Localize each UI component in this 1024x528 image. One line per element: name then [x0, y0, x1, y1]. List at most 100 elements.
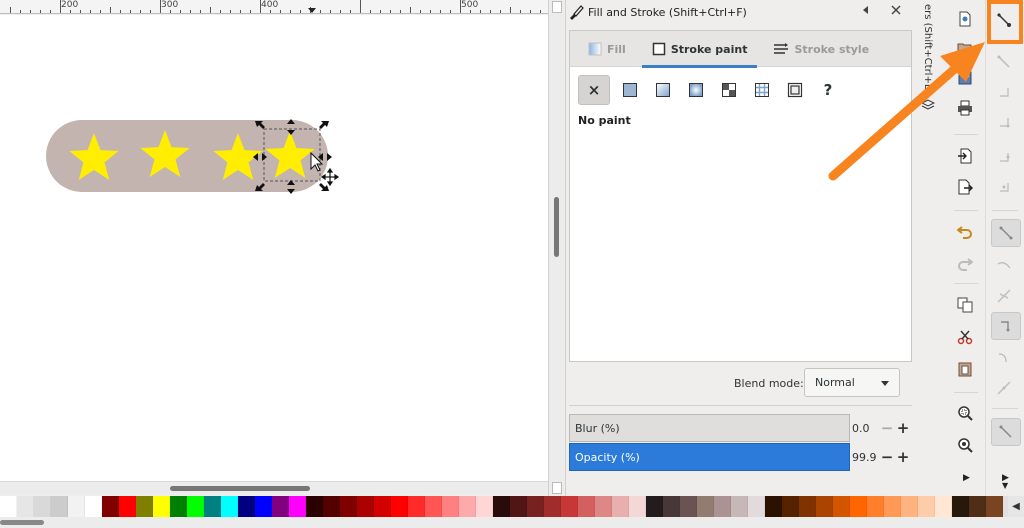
palette-swatch[interactable] [680, 496, 697, 517]
palette-swatch[interactable] [663, 496, 680, 517]
drawing-canvas[interactable] [0, 15, 548, 481]
snap-bbox-midpoint-icon[interactable] [992, 145, 1016, 169]
canvas-horizontal-scrollbar[interactable] [0, 481, 548, 495]
palette-swatch[interactable] [170, 496, 187, 517]
snap-line-midpoints-icon[interactable] [992, 376, 1016, 400]
unset-paint-button[interactable]: ? [815, 76, 841, 104]
palette-swatch[interactable] [255, 496, 272, 517]
palette-swatch[interactable] [629, 496, 646, 517]
palette-swatch[interactable] [357, 496, 374, 517]
snap-others-icon[interactable] [991, 418, 1021, 446]
palette-swatch[interactable] [0, 496, 17, 517]
palette-swatch[interactable] [425, 496, 442, 517]
palette-swatch[interactable] [867, 496, 884, 517]
tab-stroke-paint[interactable]: Stroke paint [641, 31, 758, 68]
copy-icon[interactable] [953, 293, 977, 317]
tab-stroke-style[interactable]: Stroke style [763, 31, 879, 67]
save-icon[interactable] [953, 66, 977, 90]
palette-swatch[interactable] [272, 496, 289, 517]
palette-swatch[interactable] [969, 496, 986, 517]
palette-swatch[interactable] [136, 496, 153, 517]
blur-slider[interactable]: Blur (%) [569, 414, 850, 442]
snap-bbox-icon[interactable] [992, 50, 1016, 74]
redo-icon[interactable] [953, 251, 977, 275]
palette-swatch[interactable] [935, 496, 952, 517]
palette-swatch[interactable] [646, 496, 663, 517]
flat-color-button[interactable] [617, 76, 643, 104]
open-document-icon[interactable] [953, 36, 977, 60]
vertical-scroll-thumb[interactable] [554, 197, 559, 257]
palette-swatch[interactable] [816, 496, 833, 517]
palette-swatch[interactable] [51, 496, 68, 517]
snap-bbox-edge-icon[interactable] [992, 80, 1016, 104]
print-icon[interactable] [953, 96, 977, 120]
palette-swatch[interactable] [476, 496, 493, 517]
palette-swatch[interactable] [442, 496, 459, 517]
radial-gradient-button[interactable] [683, 76, 709, 104]
tab-fill[interactable]: Fill [578, 31, 636, 67]
palette-swatch[interactable] [765, 496, 782, 517]
palette-swatch[interactable] [561, 496, 578, 517]
palette-swatch[interactable] [850, 496, 867, 517]
pattern-button[interactable] [716, 76, 742, 104]
palette-swatch[interactable] [374, 496, 391, 517]
swatch-button[interactable] [749, 76, 775, 104]
palette-scrollbar[interactable] [0, 517, 1024, 528]
snap-cusp-nodes-icon[interactable] [991, 312, 1021, 340]
blur-decrement-button[interactable]: − [880, 414, 894, 442]
opacity-value[interactable]: 99.9 [852, 443, 878, 471]
palette-swatch[interactable] [493, 496, 510, 517]
mesh-button[interactable] [782, 76, 808, 104]
palette-swatch[interactable] [391, 496, 408, 517]
blur-increment-button[interactable]: + [896, 414, 910, 442]
palette-swatch[interactable] [221, 496, 238, 517]
palette-swatch[interactable] [782, 496, 799, 517]
palette-swatch[interactable] [578, 496, 595, 517]
export-icon[interactable] [953, 175, 977, 199]
palette-swatch[interactable] [986, 496, 1003, 517]
palette-swatch[interactable] [884, 496, 901, 517]
palette-swatch[interactable] [799, 496, 816, 517]
import-icon[interactable] [953, 144, 977, 168]
layers-dialog-tab[interactable]: ers (Shift+Ctrl+L) [920, 4, 936, 104]
palette-swatch[interactable] [510, 496, 527, 517]
palette-swatch[interactable] [833, 496, 850, 517]
zoom-drawing-icon[interactable] [953, 433, 977, 457]
canvas-vertical-scrollbar[interactable] [548, 0, 564, 496]
palette-swatch[interactable] [17, 496, 34, 517]
palette-swatch[interactable] [748, 496, 765, 517]
snap-smooth-nodes-icon[interactable] [992, 346, 1016, 370]
palette-swatch[interactable] [85, 496, 102, 517]
blend-mode-select[interactable]: Normal [804, 368, 900, 397]
palette-swatch[interactable] [952, 496, 969, 517]
snap-bbox-corner-icon[interactable] [992, 110, 1016, 134]
new-document-icon[interactable] [953, 7, 977, 31]
palette-swatch[interactable] [187, 496, 204, 517]
undo-icon[interactable] [953, 219, 977, 243]
scroll-lock-button[interactable] [552, 1, 562, 13]
palette-swatch[interactable] [306, 496, 323, 517]
palette-swatch[interactable] [153, 496, 170, 517]
palette-swatch[interactable] [714, 496, 731, 517]
toolbar-overflow-icon[interactable]: ▶ [963, 473, 970, 483]
palette-swatch[interactable] [612, 496, 629, 517]
palette-swatch[interactable] [119, 496, 136, 517]
palette-swatch[interactable] [901, 496, 918, 517]
palette-swatch[interactable] [289, 496, 306, 517]
palette-swatch[interactable] [731, 496, 748, 517]
palette-swatch[interactable] [544, 496, 561, 517]
scroll-corner-button[interactable] [552, 482, 562, 494]
palette-swatch[interactable] [408, 496, 425, 517]
palette-swatch[interactable] [204, 496, 221, 517]
palette-swatch[interactable] [34, 496, 51, 517]
palette-swatch[interactable] [68, 496, 85, 517]
palette-swatch[interactable] [340, 496, 357, 517]
palette-menu-icon[interactable]: ◀ [1008, 496, 1024, 517]
zoom-selection-icon[interactable] [953, 401, 977, 425]
palette-swatch[interactable] [459, 496, 476, 517]
snap-bbox-center-icon[interactable] [992, 175, 1016, 199]
snap-path-intersection-icon[interactable] [992, 284, 1016, 308]
palette-swatch[interactable] [102, 496, 119, 517]
palette-scroll-thumb[interactable] [0, 520, 44, 525]
horizontal-scroll-thumb[interactable] [170, 486, 310, 491]
